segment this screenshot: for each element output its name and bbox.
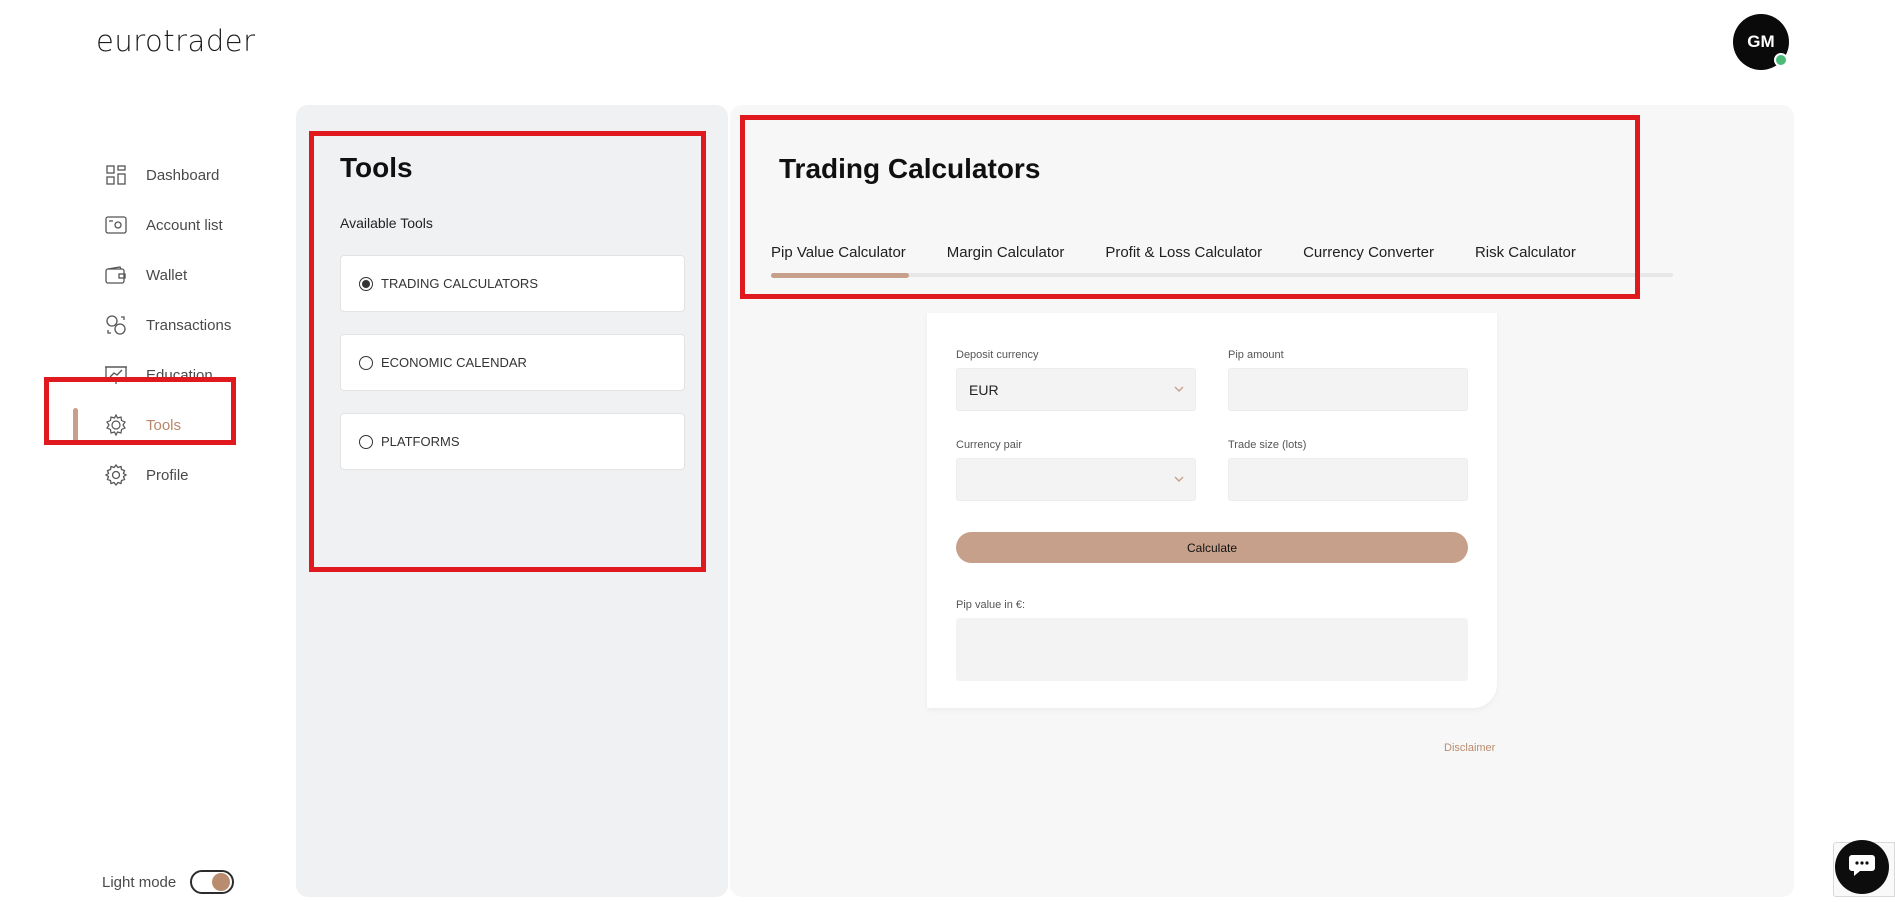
chat-button[interactable] — [1835, 840, 1889, 894]
sidebar-item-label: Account list — [146, 216, 223, 234]
tool-option-trading-calculators[interactable]: TRADING CALCULATORS — [340, 255, 685, 312]
toggle-knob — [212, 873, 231, 891]
tool-option-economic-calendar[interactable]: ECONOMIC CALENDAR — [340, 334, 685, 391]
sidebar-item-label: Dashboard — [146, 166, 220, 184]
chevron-down-icon — [1173, 382, 1185, 400]
eurotrader-logo[interactable]: eurotrader — [96, 24, 256, 58]
radio-icon[interactable] — [359, 355, 373, 370]
dashboard-icon — [104, 163, 128, 187]
sidebar-item-label: Transactions — [146, 316, 232, 334]
sidebar-item-account-list[interactable]: Account list — [0, 200, 290, 250]
deposit-currency-value: EUR — [969, 382, 999, 398]
radio-selected-icon[interactable] — [359, 276, 373, 291]
light-mode-toggle[interactable] — [190, 870, 235, 894]
wallet-icon — [104, 263, 128, 287]
education-icon — [104, 363, 128, 387]
pip-amount-label: Pip amount — [1228, 349, 1284, 361]
sidebar-item-tools[interactable]: Tools — [0, 400, 290, 450]
sidebar-item-label: Profile — [146, 466, 189, 484]
radio-dot — [362, 279, 370, 288]
currency-pair-label: Currency pair — [956, 439, 1023, 451]
calculators-title: Trading Calculators — [779, 153, 1041, 184]
sidebar-item-wallet[interactable]: Wallet — [0, 250, 290, 300]
pip-amount-input[interactable] — [1228, 368, 1468, 411]
tab-profit-loss-calculator[interactable]: Profit & Loss Calculator — [1105, 244, 1262, 261]
tool-option-label: TRADING CALCULATORS — [381, 276, 538, 291]
tool-option-platforms[interactable]: PLATFORMS — [340, 413, 685, 470]
sidebar-item-label: Wallet — [146, 266, 188, 284]
sidebar-item-transactions[interactable]: Transactions — [0, 300, 290, 350]
calculator-tabs: Pip Value Calculator Margin Calculator P… — [771, 244, 1617, 261]
tab-pip-value-calculator[interactable]: Pip Value Calculator — [771, 244, 906, 261]
active-tab-underline — [771, 273, 909, 278]
sidebar-item-education[interactable]: Education — [0, 350, 290, 400]
profile-gear-icon — [104, 463, 128, 487]
sidebar-item-profile[interactable]: Profile — [0, 450, 290, 500]
tools-icon — [104, 413, 128, 437]
chat-bubble-icon — [1848, 852, 1876, 883]
tab-currency-converter[interactable]: Currency Converter — [1303, 244, 1434, 261]
online-status-dot — [1774, 53, 1788, 67]
currency-pair-select[interactable] — [956, 458, 1196, 501]
sidebar-item-label: Tools — [146, 416, 182, 434]
tools-title: Tools — [340, 152, 413, 183]
account-list-icon — [104, 213, 128, 237]
sidebar-item-dashboard[interactable]: Dashboard — [0, 150, 290, 200]
light-mode-label: Light mode — [102, 873, 177, 891]
sidebar-item-label: Education — [146, 366, 213, 384]
light-mode-control: Light mode — [102, 870, 235, 894]
tool-option-label: PLATFORMS — [381, 434, 460, 449]
pip-value-result-box — [956, 618, 1468, 681]
sidebar-nav: Dashboard Account list Wallet Transactio… — [0, 150, 290, 500]
deposit-currency-label: Deposit currency — [956, 349, 1039, 361]
available-tools-label: Available Tools — [340, 215, 433, 231]
disclaimer-link[interactable]: Disclaimer — [1444, 742, 1495, 754]
tab-margin-calculator[interactable]: Margin Calculator — [947, 244, 1065, 261]
trade-size-label: Trade size (lots) — [1228, 439, 1307, 451]
radio-icon[interactable] — [359, 434, 373, 449]
pip-value-result-label: Pip value in €: — [956, 599, 1026, 611]
chevron-down-icon — [1173, 472, 1185, 490]
tool-option-label: ECONOMIC CALENDAR — [381, 355, 527, 370]
trade-size-input[interactable] — [1228, 458, 1468, 501]
deposit-currency-select[interactable]: EUR — [956, 368, 1196, 411]
transactions-icon — [104, 313, 128, 337]
calculate-button[interactable]: Calculate — [956, 532, 1468, 563]
tab-risk-calculator[interactable]: Risk Calculator — [1475, 244, 1576, 261]
active-indicator — [73, 408, 78, 442]
